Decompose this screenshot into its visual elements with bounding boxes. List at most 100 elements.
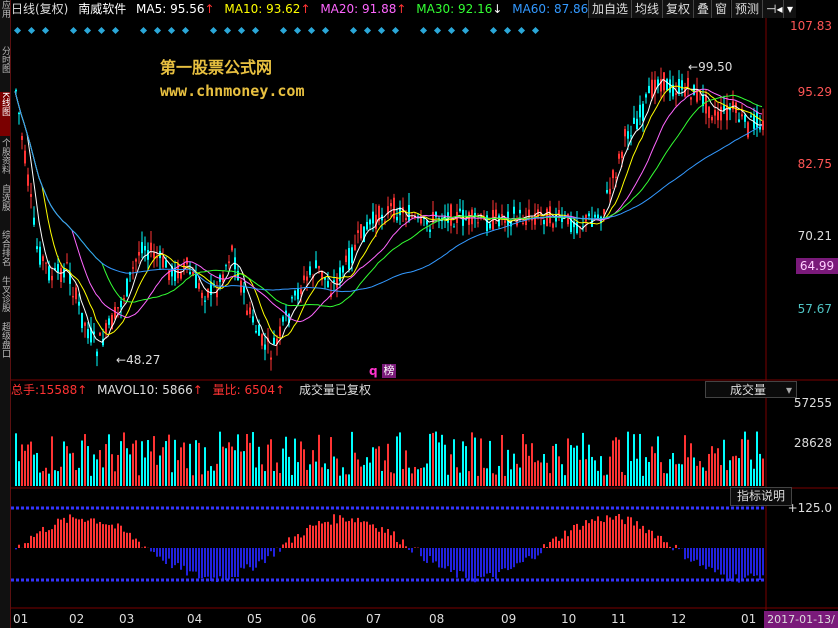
volume-bar [462, 441, 464, 486]
sidebar-tab[interactable]: 个股资料 [0, 138, 10, 182]
volume-bar [225, 448, 227, 486]
volume-bar [186, 468, 188, 486]
indicator-bar [525, 548, 527, 558]
volume-bar [165, 441, 167, 486]
indicator-bar [750, 548, 752, 574]
period-label[interactable]: 日线(复权) [11, 2, 68, 16]
candle-body [15, 89, 17, 92]
indicator-bar [411, 548, 413, 553]
candle-body [372, 211, 374, 224]
volume-bar [273, 471, 275, 486]
volume-bar [231, 446, 233, 486]
sidebar-tab[interactable]: 自选股 [0, 184, 10, 228]
restore-rights-button[interactable]: 复权 [662, 0, 694, 18]
volume-bar [618, 439, 620, 486]
candle-body [624, 129, 626, 137]
ma-settings-button[interactable]: 均线 [631, 0, 663, 18]
indicator-bar [561, 538, 563, 548]
indicator-bar [462, 548, 464, 572]
indicator-bar [171, 548, 173, 569]
indicator-bar [258, 548, 260, 562]
indicator-bar [273, 548, 275, 557]
indicator-bar [189, 548, 191, 572]
candle-body [567, 213, 569, 225]
candle-body [165, 260, 167, 268]
volume-bar [645, 457, 647, 486]
indicator-bar [321, 523, 323, 548]
indicator-bar [198, 548, 200, 579]
indicator-bar [606, 515, 608, 548]
rank-badge[interactable]: 榜 [382, 364, 396, 378]
candle-body [270, 357, 272, 360]
volume-bar [84, 434, 86, 486]
volume-bar [117, 454, 119, 486]
mavol-label: MAVOL10: [97, 383, 159, 397]
forecast-button[interactable]: 预测 [731, 0, 763, 18]
volume-bar [528, 455, 530, 486]
indicator-bar [576, 523, 578, 548]
indicator-bar [132, 539, 134, 548]
indicator-bar [213, 548, 215, 578]
indicator-bar [648, 529, 650, 548]
add-watchlist-button[interactable]: 加自选 [588, 0, 632, 18]
sidebar-tab[interactable]: K线图 [0, 92, 10, 136]
volume-bar [504, 475, 506, 486]
volume-bar [99, 450, 101, 486]
indicator-bar [657, 535, 659, 548]
sidebar-tab[interactable]: 牛叉诊股 [0, 276, 10, 320]
candle-body [189, 272, 191, 275]
indicator-bar [303, 535, 305, 548]
volume-bar [747, 439, 749, 486]
indicator-bar [438, 548, 440, 568]
signal-marker [223, 26, 232, 35]
candle-body [258, 325, 260, 336]
volume-bar [714, 453, 716, 486]
candle-body [501, 214, 503, 217]
candle-body [327, 281, 329, 288]
signal-marker [293, 26, 302, 35]
indicator-bar [210, 548, 212, 581]
indicator-bar [363, 521, 365, 548]
indicator-bar [291, 542, 293, 548]
indicator-bar [477, 548, 479, 577]
collapse-nav-icon[interactable]: ⊣◂ [762, 0, 786, 18]
volume-bar [726, 470, 728, 486]
candle-body [264, 344, 266, 350]
menu-dropdown-icon[interactable]: ▾ [783, 0, 797, 18]
volume-bar [405, 450, 407, 486]
indicator-bar [696, 548, 698, 560]
candle-body [636, 118, 638, 130]
volume-bar [522, 434, 524, 486]
window-button[interactable]: 窗 [711, 0, 731, 18]
indicator-bar [558, 540, 560, 548]
overlay-button[interactable]: 叠 [693, 0, 713, 18]
sidebar-tab[interactable]: 综合排名 [0, 230, 10, 274]
candle-body [603, 209, 605, 215]
candle-body [666, 79, 668, 91]
candle-body [255, 330, 257, 333]
candle-body [495, 209, 497, 217]
watermark-url[interactable]: www.chnmoney.com [160, 82, 305, 100]
sidebar-tab[interactable]: 分时图 [0, 46, 10, 90]
volume-bar [342, 467, 344, 486]
kline-chart-canvas[interactable] [11, 18, 838, 610]
indicator-bar [540, 548, 542, 554]
indicator-bar [135, 538, 137, 548]
indicator-bar [225, 548, 227, 581]
indicator-axis-label: +125.0 [787, 501, 832, 515]
indicator-bar [183, 548, 185, 566]
volume-bar [507, 449, 509, 486]
signal-marker [69, 26, 78, 35]
volume-bar [423, 467, 425, 486]
sidebar-tab[interactable]: 应用 [0, 0, 10, 44]
sidebar-tab[interactable]: 超级盘口 [0, 322, 10, 366]
candle-body [297, 288, 299, 300]
indicator-bar [45, 531, 47, 548]
candle-body [81, 312, 83, 329]
volume-bar [552, 445, 554, 486]
indicator-bar [138, 541, 140, 548]
volume-bar [501, 434, 503, 486]
q-badge[interactable]: q [369, 364, 378, 378]
indicator-bar [645, 533, 647, 548]
volume-bar [741, 439, 743, 486]
